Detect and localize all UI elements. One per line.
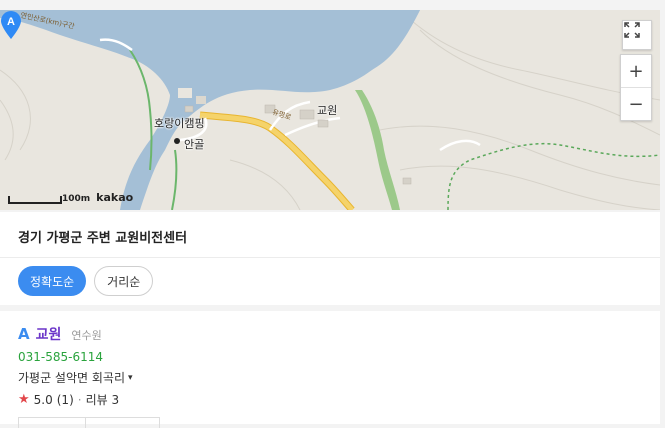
rating-score: 5.0: [33, 392, 53, 407]
rating-count: (1): [56, 392, 74, 407]
review-count-link[interactable]: 리뷰 3: [86, 391, 120, 408]
divider: [0, 257, 660, 258]
result-address[interactable]: 가평군 설악면 회곡리 ▾: [18, 369, 618, 386]
marker-letter: A: [7, 16, 15, 28]
result-letter: A: [18, 325, 30, 343]
result-address-text: 가평군 설악면 회곡리: [18, 371, 125, 385]
result-name-link[interactable]: 교원: [36, 324, 62, 344]
star-icon: ★: [18, 392, 30, 407]
zoom-out-button[interactable]: −: [621, 87, 651, 120]
place-label-village[interactable]: 안골: [184, 136, 204, 152]
scale-label: 100m: [62, 194, 91, 204]
result-category: 연수원: [71, 329, 102, 342]
place-label-camping[interactable]: 호랑이캠핑: [154, 115, 205, 131]
rating-separator: ·: [77, 392, 82, 407]
kakao-logo[interactable]: kakao: [96, 191, 133, 204]
scale-bar: [8, 196, 62, 204]
action-buttons[interactable]: [18, 417, 160, 428]
fullscreen-button[interactable]: [622, 20, 652, 50]
expand-icon: [624, 22, 640, 38]
map-marker-icon[interactable]: A: [0, 10, 22, 40]
results-panel: 경기 가평군 주변 교원비전센터 정확도순 거리순 A 교원 연수원 031-5…: [0, 212, 660, 428]
zoom-controls: + −: [620, 54, 652, 121]
place-dot: [174, 138, 180, 144]
search-query-title: 경기 가평군 주변 교원비전센터: [18, 231, 188, 246]
caret-down-icon[interactable]: ▾: [128, 373, 133, 383]
map-scale: 100m kakao: [8, 191, 133, 204]
result-phone[interactable]: 031-585-6114: [18, 350, 618, 364]
sort-accuracy-button[interactable]: 정확도순: [18, 266, 87, 296]
section-separator: [0, 305, 660, 311]
result-rating: ★ 5.0 (1) · 리뷰 3: [18, 391, 618, 408]
sort-distance-button[interactable]: 거리순: [94, 266, 154, 296]
result-title: A 교원 연수원: [18, 324, 618, 344]
sort-options: 정확도순 거리순: [18, 266, 154, 296]
result-item[interactable]: A 교원 연수원 031-585-6114 가평군 설악면 회곡리 ▾ ★ 5.…: [18, 324, 618, 408]
map-view[interactable]: 연인산로(km)구간 유명로 호랑이캠핑 안골 A 교원 + − 100m ka…: [0, 10, 660, 210]
marker-label: 교원: [317, 104, 338, 117]
zoom-in-button[interactable]: +: [621, 55, 651, 87]
